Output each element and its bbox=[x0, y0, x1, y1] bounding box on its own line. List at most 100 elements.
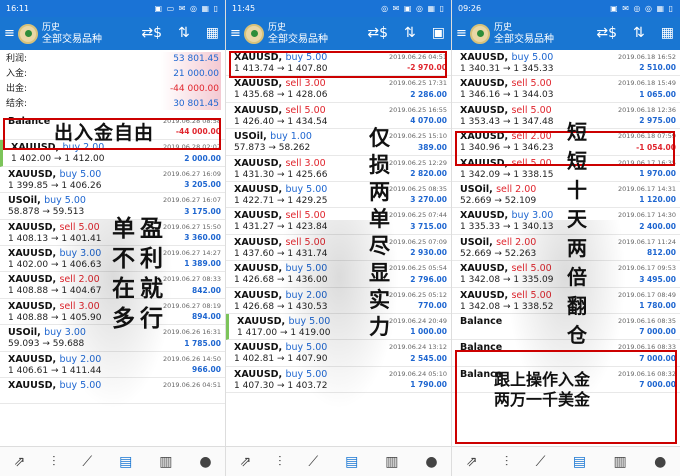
trade-row[interactable]: XAUUSD, buy 5.00 1 340.31 → 1 345.33 2019.… bbox=[452, 50, 680, 77]
trade-row[interactable]: USOil, sell 2.00 52.669 → 52.263 2019.06.1… bbox=[452, 235, 680, 262]
sort-icon[interactable]: ⇅ bbox=[404, 25, 416, 41]
summary-label: 入金: bbox=[6, 69, 28, 79]
quotes-icon[interactable]: ⫶ bbox=[505, 454, 509, 470]
order-type: buy 5.00 bbox=[288, 315, 331, 327]
currency-switch-icon[interactable]: ⇄$ bbox=[141, 25, 162, 41]
order-type: buy 5.00 bbox=[285, 52, 328, 63]
trade-row[interactable]: XAUUSD, buy 3.00 1 402.00 → 1 406.63 2019.… bbox=[0, 246, 225, 273]
trade-row[interactable]: XAUUSD, buy 5.00 2019.06.26 04:51 bbox=[0, 378, 225, 405]
balance-row[interactable]: Balance 2019.06.16 08:35 7 000.00 bbox=[452, 314, 680, 341]
trade-row[interactable]: XAUUSD, sell 5.00 1 353.43 → 1 347.48 2019… bbox=[452, 103, 680, 130]
trade-row[interactable]: XAUUSD, sell 5.00 1 342.08 → 1 338.52 2019… bbox=[452, 288, 680, 314]
trade-row[interactable]: XAUUSD, buy 5.00 1 402.81 → 1 407.90 2019.… bbox=[226, 340, 451, 367]
trade-row[interactable]: XAUUSD, sell 5.00 1 342.09 → 1 338.15 2019… bbox=[452, 156, 680, 182]
trade-icon[interactable]: ⇗ bbox=[466, 454, 478, 470]
close-time: 2019.06.25 17:31 bbox=[388, 79, 447, 88]
phone-screen-2: 11:45 ◎ ✉ ▣ ◎ ▦ ▯ ≡ 历史 全部交易品种 ⇄$ ⇅ ▣ XAU… bbox=[226, 0, 452, 476]
news-icon[interactable]: ▥ bbox=[159, 454, 172, 470]
trade-row[interactable]: XAUUSD, buy 2.00 1 426.68 → 1 430.53 2019.… bbox=[226, 288, 451, 314]
balance-row[interactable]: Balance 2019.06.16 08:32 7 000.00 bbox=[452, 367, 680, 394]
trade-row[interactable]: USOil, buy 1.00 57.873 → 58.262 2019.06.25… bbox=[226, 129, 451, 156]
currency-switch-icon[interactable]: ⇄$ bbox=[596, 25, 617, 41]
quotes-icon[interactable]: ⫶ bbox=[278, 454, 282, 470]
sort-icon[interactable]: ⇅ bbox=[178, 25, 190, 41]
chart-icon[interactable]: ⟋ bbox=[536, 454, 546, 470]
symbol: Balance bbox=[8, 116, 51, 127]
trade-row[interactable]: XAUUSD, buy 3.00 1 335.33 → 1 340.13 2019.… bbox=[452, 208, 680, 235]
chat-icon[interactable]: ● bbox=[425, 454, 437, 470]
trade-row[interactable]: XAUUSD, sell 5.00 1 437.60 → 1 431.74 2019… bbox=[226, 235, 451, 262]
trade-row[interactable]: XAUUSD, buy 5.00 1 426.68 → 1 436.00 2019.… bbox=[226, 261, 451, 288]
close-time: 2019.06.27 16:09 bbox=[162, 169, 221, 178]
symbol: XAUUSD, bbox=[8, 168, 57, 180]
close-time: 2019.06.17 16:35 bbox=[617, 158, 676, 167]
summary-row: 利润: 53 801.45 bbox=[6, 52, 219, 67]
chart-icon[interactable]: ⟋ bbox=[82, 454, 92, 470]
chat-icon[interactable]: ● bbox=[654, 454, 666, 470]
close-time: 2019.06.26 16:31 bbox=[162, 328, 221, 337]
trade-row[interactable]: XAUUSD, sell 2.00 1 408.88 → 1 404.67 2019… bbox=[0, 272, 225, 299]
trade-icon[interactable]: ⇗ bbox=[239, 454, 251, 470]
summary-block: 利润: 53 801.45 入金: 21 000.00 出金: -44 000.00 结余:… bbox=[0, 50, 225, 114]
menu-icon[interactable]: ≡ bbox=[456, 26, 467, 41]
menu-icon[interactable]: ≡ bbox=[4, 26, 15, 41]
trade-row[interactable]: XAUUSD, sell 5.00 1 346.16 → 1 344.03 2019… bbox=[452, 76, 680, 103]
symbol-filter[interactable]: 全部交易品种 bbox=[268, 34, 328, 46]
price-range: 1 406.61 → 1 411.44 bbox=[8, 365, 102, 376]
history-inbox-icon[interactable]: ▤ bbox=[345, 454, 358, 470]
trade-row[interactable]: USOil, buy 3.00 59.093 → 59.688 2019.06.26… bbox=[0, 325, 225, 352]
symbol-filter[interactable]: 全部交易品种 bbox=[42, 34, 102, 46]
close-time: 2019.06.18 12:36 bbox=[617, 105, 676, 114]
news-icon[interactable]: ▥ bbox=[613, 454, 626, 470]
trade-row[interactable]: XAUUSD, buy 5.00 1 422.71 → 1 429.25 2019.… bbox=[226, 182, 451, 209]
menu-icon[interactable]: ≡ bbox=[230, 26, 241, 41]
trade-icon[interactable]: ⇗ bbox=[13, 454, 25, 470]
balance-row[interactable]: Balance 2019.06.16 08:33 7 000.00 bbox=[452, 340, 680, 367]
profit-value: 1 120.00 bbox=[639, 195, 676, 205]
trade-row[interactable]: XAUUSD, buy 5.00 1 407.30 → 1 403.72 2019.… bbox=[226, 367, 451, 394]
chart-icon[interactable]: ⟋ bbox=[308, 454, 318, 470]
close-time: 2019.06.17 14:30 bbox=[617, 211, 676, 220]
trade-row[interactable]: XAUUSD, buy 2.00 1 406.61 → 1 411.44 2019.… bbox=[0, 352, 225, 378]
history-inbox-icon[interactable]: ▤ bbox=[119, 454, 132, 470]
title-block: 历史 全部交易品种 bbox=[494, 22, 554, 46]
order-type: sell 2.00 bbox=[511, 131, 552, 143]
calendar-icon[interactable]: ▦ bbox=[661, 25, 674, 41]
trade-row[interactable]: XAUUSD, buy 5.00 1 399.85 → 1 406.26 2019.… bbox=[0, 167, 225, 194]
balance-row[interactable]: Balance 2019.06.28 08:58 -44 000.00 bbox=[0, 114, 225, 141]
calendar-icon[interactable]: ▦ bbox=[206, 25, 219, 41]
trade-row[interactable]: XAUUSD, sell 5.00 1 408.13 → 1 401.41 2019… bbox=[0, 220, 225, 246]
profit-value: 7 000.00 bbox=[639, 353, 676, 363]
order-type: buy 5.00 bbox=[285, 342, 328, 354]
trade-row[interactable]: XAUUSD, sell 2.00 1 340.96 → 1 346.23 2019… bbox=[452, 129, 680, 156]
export-icon[interactable]: ▣ bbox=[432, 25, 445, 41]
app-bar-actions: ⇄$ ⇅ ▦ bbox=[596, 25, 674, 41]
trade-row[interactable]: XAUUSD, sell 3.00 1 431.30 → 1 425.66 2019… bbox=[226, 156, 451, 182]
profit-value: 2 930.00 bbox=[410, 248, 447, 258]
close-time: 2019.06.25 15:10 bbox=[388, 132, 447, 141]
trade-row[interactable]: XAUUSD, sell 3.00 1 408.88 → 1 405.90 2019… bbox=[0, 299, 225, 326]
trade-row[interactable]: XAUUSD, buy 2.00 1 402.00 → 1 412.00 2019.… bbox=[0, 140, 225, 167]
order-type: buy 2.00 bbox=[59, 353, 102, 365]
trade-row[interactable]: USOil, sell 2.00 52.669 → 52.109 2019.06.1… bbox=[452, 182, 680, 209]
price-range: 1 408.88 → 1 404.67 bbox=[8, 286, 102, 297]
news-icon[interactable]: ▥ bbox=[385, 454, 398, 470]
history-inbox-icon[interactable]: ▤ bbox=[573, 454, 586, 470]
trade-row[interactable]: XAUUSD, sell 3.00 1 435.68 → 1 428.06 2019… bbox=[226, 76, 451, 103]
summary-value: -44 000.00 bbox=[169, 84, 219, 94]
quotes-icon[interactable]: ⫶ bbox=[52, 454, 56, 470]
app-bar: ≡ 历史 全部交易品种 ⇄$ ⇅ ▦ bbox=[0, 17, 225, 50]
sort-icon[interactable]: ⇅ bbox=[633, 25, 645, 41]
close-time: 2019.06.25 16:55 bbox=[388, 105, 447, 114]
trade-row[interactable]: XAUUSD, buy 5.00 1 417.00 → 1 419.00 2019.… bbox=[226, 313, 451, 341]
order-type: sell 5.00 bbox=[285, 104, 326, 116]
trade-row[interactable]: XAUUSD, sell 5.00 1 431.27 → 1 423.84 2019… bbox=[226, 208, 451, 235]
trade-row[interactable]: XAUUSD, sell 5.00 1 342.08 → 1 335.09 2019… bbox=[452, 261, 680, 288]
trade-row[interactable]: XAUUSD, sell 5.00 1 426.40 → 1 434.54 2019… bbox=[226, 103, 451, 130]
trade-row[interactable]: USOil, buy 5.00 58.878 → 59.513 2019.06.27… bbox=[0, 193, 225, 220]
symbol-filter[interactable]: 全部交易品种 bbox=[494, 34, 554, 46]
chat-icon[interactable]: ● bbox=[199, 454, 211, 470]
currency-switch-icon[interactable]: ⇄$ bbox=[367, 25, 388, 41]
trade-row[interactable]: XAUUSD, buy 5.00 1 413.74 → 1 407.80 2019.… bbox=[226, 50, 451, 77]
profit-value: 389.00 bbox=[418, 142, 447, 152]
